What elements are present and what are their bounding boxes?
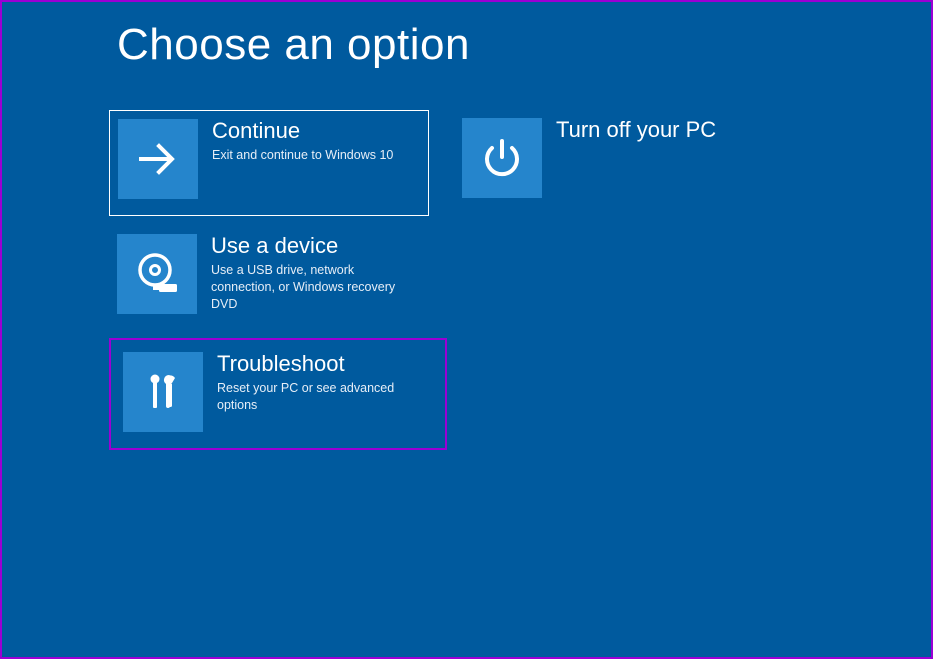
option-use-device-desc: Use a USB drive, network connection, or … — [211, 262, 421, 313]
option-troubleshoot-desc: Reset your PC or see advanced options — [217, 380, 427, 414]
arrow-right-icon — [118, 119, 198, 199]
option-use-device[interactable]: Use a device Use a USB drive, network co… — [109, 226, 429, 332]
option-continue-desc: Exit and continue to Windows 10 — [212, 147, 393, 164]
option-turn-off-label: Turn off your PC — [556, 118, 716, 142]
option-use-device-label: Use a device — [211, 234, 421, 258]
option-continue-label: Continue — [212, 119, 393, 143]
disc-usb-icon — [117, 234, 197, 314]
option-troubleshoot[interactable]: Troubleshoot Reset your PC or see advanc… — [109, 338, 447, 450]
option-turn-off[interactable]: Turn off your PC — [454, 110, 774, 216]
page-title: Choose an option — [117, 20, 470, 70]
tools-icon — [123, 352, 203, 432]
power-icon — [462, 118, 542, 198]
option-troubleshoot-label: Troubleshoot — [217, 352, 427, 376]
option-continue[interactable]: Continue Exit and continue to Windows 10 — [109, 110, 429, 216]
